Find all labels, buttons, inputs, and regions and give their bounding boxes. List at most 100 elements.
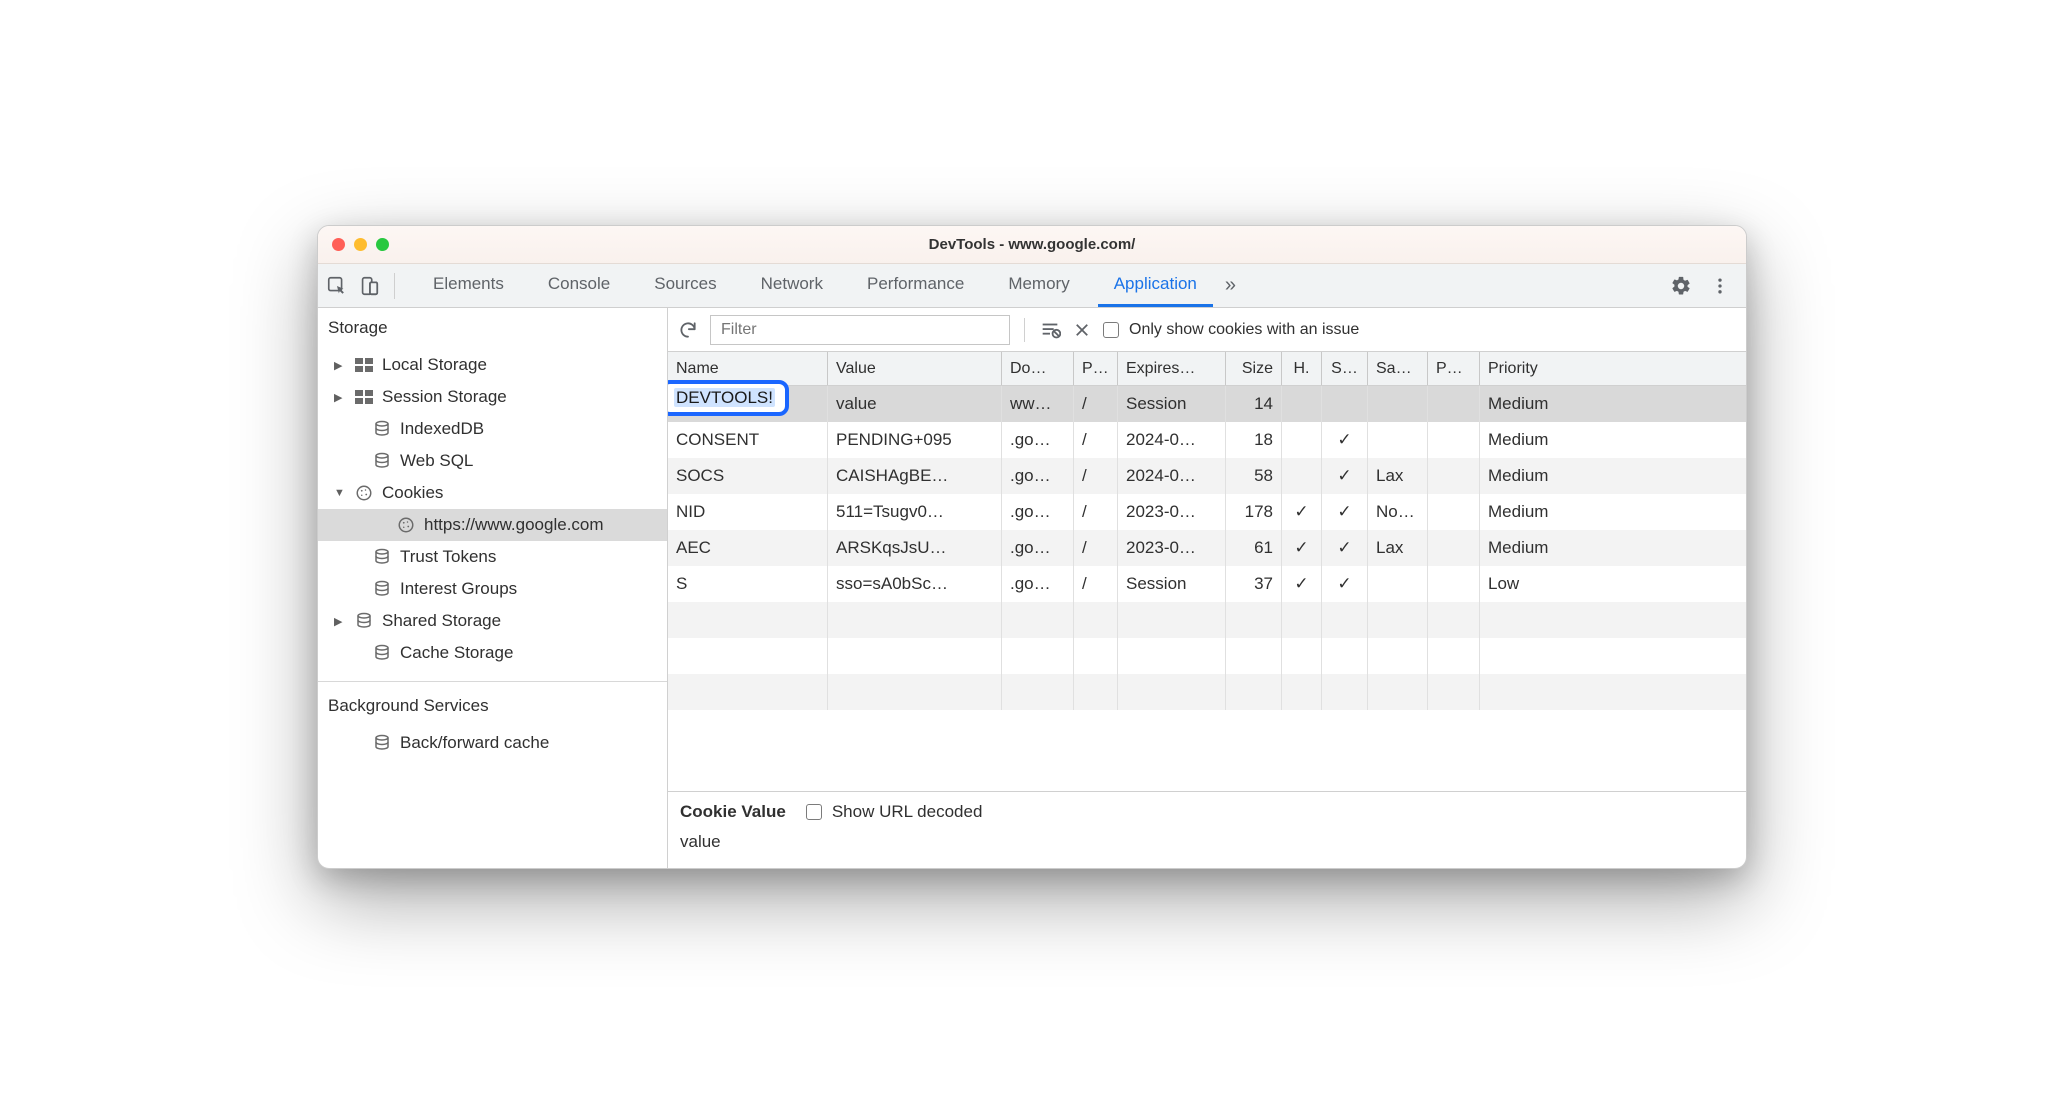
titlebar: DevTools - www.google.com/ [318,226,1746,264]
sidebar-item-web-sql[interactable]: Web SQL [318,445,667,477]
cell-expires: 2023-0… [1118,494,1226,530]
cell-http [1282,458,1322,494]
cell-partition [1428,494,1480,530]
tab-performance[interactable]: Performance [851,264,980,307]
db-icon [372,420,392,438]
cell-size: 37 [1226,566,1282,602]
column-header[interactable]: S… [1322,352,1368,385]
window-close-button[interactable] [332,238,345,251]
kebab-menu-icon[interactable] [1710,276,1730,296]
only-issues-checkbox[interactable]: Only show cookies with an issue [1103,321,1359,339]
cell-path: / [1074,386,1118,422]
separator [1024,318,1025,342]
cell-secure: ✓ [1322,530,1368,566]
sidebar-item-label: https://www.google.com [424,515,604,535]
filter-input[interactable] [710,315,1010,345]
show-url-decoded-label: Show URL decoded [832,802,983,822]
cell-expires: 2023-0… [1118,530,1226,566]
column-header[interactable]: H. [1282,352,1322,385]
tab-sources[interactable]: Sources [638,264,732,307]
table-row[interactable]: Ssso=sA0bSc….go…/Session37✓✓Low [668,566,1746,602]
cell-priority: Medium [1480,494,1746,530]
sidebar-item-cache-storage[interactable]: Cache Storage [318,637,667,669]
db-icon [372,644,392,662]
cell-expires: Session [1118,386,1226,422]
cell-path: / [1074,458,1118,494]
application-sidebar: Storage▶Local Storage▶Session StorageInd… [318,308,668,868]
column-header[interactable]: Sa… [1368,352,1428,385]
device-toolbar-icon[interactable] [358,275,380,297]
cell-path: / [1074,530,1118,566]
column-header[interactable]: Expires… [1118,352,1226,385]
sidebar-item-trust-tokens[interactable]: Trust Tokens [318,541,667,573]
sidebar-item-session-storage[interactable]: ▶Session Storage [318,381,667,413]
sidebar-item-local-storage[interactable]: ▶Local Storage [318,349,667,381]
clear-all-icon[interactable] [1039,320,1061,340]
window-minimize-button[interactable] [354,238,367,251]
cell-name: SOCS [668,458,828,494]
refresh-icon[interactable] [678,320,698,340]
table-row[interactable]: CONSENTPENDING+095.go…/2024-0…18✓Medium [668,422,1746,458]
cell-partition [1428,386,1480,422]
table-row-empty [668,674,1746,710]
db-icon [372,580,392,598]
disclosure-arrow-icon: ▶ [334,615,346,628]
clear-icon[interactable] [1073,321,1091,339]
cell-secure: ✓ [1322,458,1368,494]
cookie-name-edit-input[interactable]: DEVTOOLS! [668,380,789,416]
settings-icon[interactable] [1670,275,1692,297]
table-row[interactable]: valueww…/Session14Medium [668,386,1746,422]
db-icon [372,734,392,752]
sidebar-item-indexeddb[interactable]: IndexedDB [318,413,667,445]
cell-expires: 2024-0… [1118,458,1226,494]
sidebar-item-label: Cookies [382,483,443,503]
cell-size: 18 [1226,422,1282,458]
cookie-value-pane: Cookie Value Show URL decoded value [668,792,1746,868]
tab-memory[interactable]: Memory [992,264,1085,307]
cell-path: / [1074,422,1118,458]
grid-icon [354,390,374,404]
table-row[interactable]: NID511=Tsugv0….go…/2023-0…178✓✓No…Medium [668,494,1746,530]
sidebar-item-shared-storage[interactable]: ▶Shared Storage [318,605,667,637]
cell-partition [1428,458,1480,494]
cell-priority: Medium [1480,386,1746,422]
window-zoom-button[interactable] [376,238,389,251]
cell-priority: Medium [1480,422,1746,458]
sidebar-item-cookies[interactable]: ▼Cookies [318,477,667,509]
column-header[interactable]: Value [828,352,1002,385]
cell-samesite [1368,386,1428,422]
more-tabs-button[interactable]: » [1213,264,1244,307]
traffic-lights [332,238,389,251]
column-header[interactable]: Do… [1002,352,1074,385]
column-header[interactable]: P… [1074,352,1118,385]
inspect-element-icon[interactable] [326,275,348,297]
cell-expires: 2024-0… [1118,422,1226,458]
sidebar-item-interest-groups[interactable]: Interest Groups [318,573,667,605]
cell-name: NID [668,494,828,530]
cell-domain: .go… [1002,458,1074,494]
cell-samesite: No… [1368,494,1428,530]
show-url-decoded-checkbox[interactable]: Show URL decoded [806,802,983,822]
column-header[interactable]: Priority [1480,352,1746,385]
sidebar-section-title: Background Services [318,686,667,725]
cell-value: PENDING+095 [828,422,1002,458]
cookie-icon [396,516,416,534]
sidebar-item-label: Interest Groups [400,579,517,599]
panel-body: Storage▶Local Storage▶Session StorageInd… [318,308,1746,868]
tab-elements[interactable]: Elements [417,264,520,307]
sidebar-item-label: Web SQL [400,451,473,471]
tab-application[interactable]: Application [1098,264,1213,307]
sidebar-item-https-www-google-com[interactable]: https://www.google.com [318,509,667,541]
sidebar-item-back-forward-cache[interactable]: Back/forward cache [318,727,667,759]
column-header[interactable]: Size [1226,352,1282,385]
cell-samesite [1368,566,1428,602]
cell-secure [1322,386,1368,422]
tab-network[interactable]: Network [745,264,839,307]
table-row[interactable]: SOCSCAISHAgBE….go…/2024-0…58✓LaxMedium [668,458,1746,494]
tab-console[interactable]: Console [532,264,626,307]
window-title: DevTools - www.google.com/ [318,236,1746,253]
table-row[interactable]: AECARSKqsJsU….go…/2023-0…61✓✓LaxMedium [668,530,1746,566]
checkbox-icon [1103,322,1119,338]
column-header[interactable]: P… [1428,352,1480,385]
cell-http: ✓ [1282,494,1322,530]
